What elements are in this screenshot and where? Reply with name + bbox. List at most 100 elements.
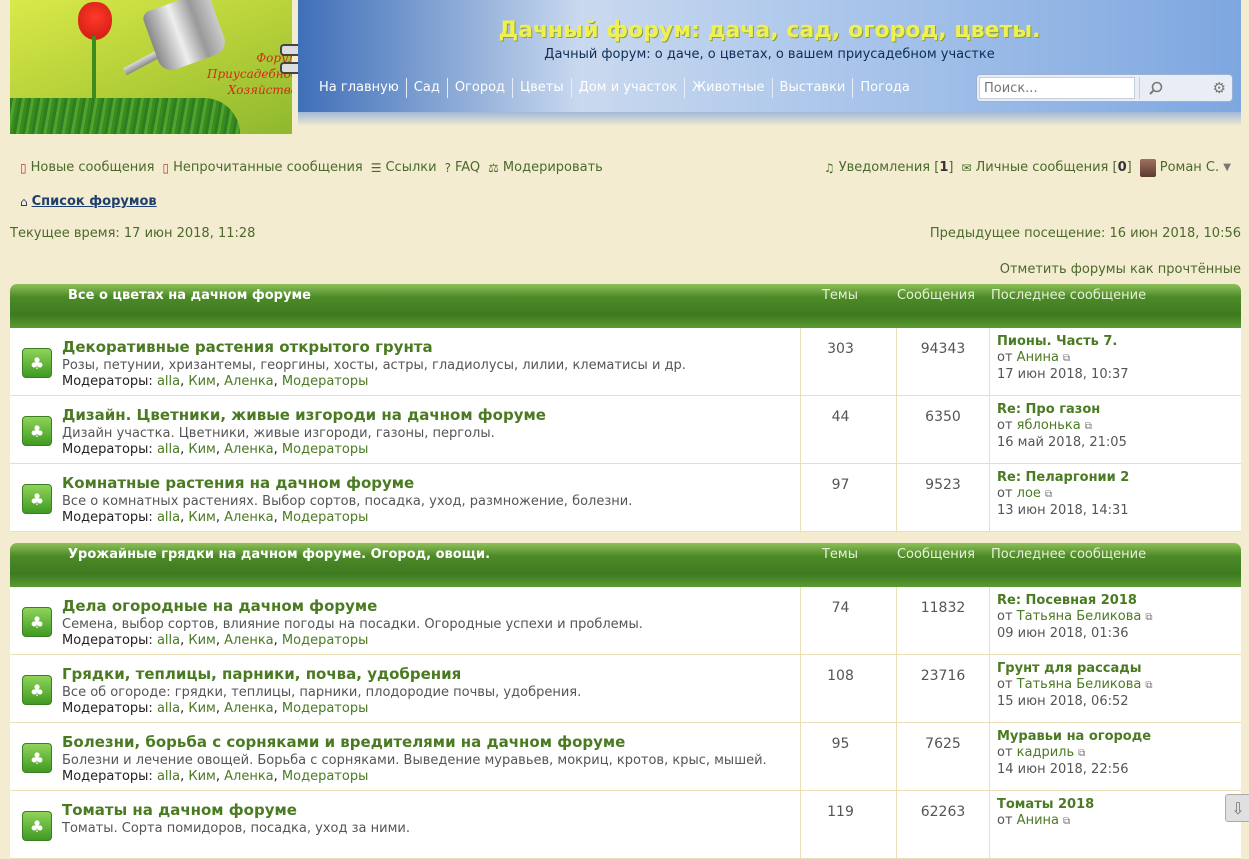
bell-icon: ♫	[823, 161, 835, 175]
moderator-link[interactable]: alla	[157, 442, 180, 457]
forum-moderators: Модераторы: alla, Ким, Аленка, Модератор…	[62, 442, 369, 457]
moderator-link[interactable]: alla	[157, 701, 180, 716]
mark-forums-read-link[interactable]: Отметить форумы как прочтённые	[1000, 262, 1241, 277]
moderator-link[interactable]: Модераторы	[282, 701, 368, 716]
last-post-author-link[interactable]: Татьяна Беликова	[1017, 677, 1142, 692]
breadcrumb-forum-index[interactable]: Список форумов	[32, 194, 157, 209]
forum-title-link[interactable]: Грядки, теплицы, парники, почва, удобрен…	[62, 665, 461, 683]
last-post-date: 15 июн 2018, 06:52	[997, 694, 1129, 709]
search-input[interactable]	[979, 77, 1135, 99]
nav-weather[interactable]: Погода	[853, 78, 916, 98]
last-post-author-link[interactable]: яблонька	[1017, 418, 1081, 433]
moderator-link[interactable]: Аленка	[224, 510, 274, 525]
moderator-link[interactable]: alla	[157, 374, 180, 389]
moderate-link[interactable]: ⚖ Модерировать	[488, 158, 603, 178]
moderator-link[interactable]: Аленка	[224, 442, 274, 457]
forum-description: Все об огороде: грядки, теплицы, парники…	[62, 685, 582, 700]
goto-post-icon[interactable]: ⧉	[1045, 487, 1052, 503]
last-post-author-link[interactable]: Анина	[1017, 813, 1059, 828]
goto-post-icon[interactable]: ⧉	[1063, 814, 1070, 830]
advanced-search-button[interactable]: ⚙	[1176, 77, 1232, 99]
nav-garden[interactable]: Сад	[407, 78, 448, 98]
category-header: Урожайные грядки на дачном форуме. Огоро…	[10, 543, 1241, 587]
forum-row: ♣ Болезни, борьба с сорняками и вредител…	[10, 723, 1241, 791]
forum-title-link[interactable]: Болезни, борьба с сорняками и вредителям…	[62, 733, 625, 751]
nav-home[interactable]: На главную	[312, 78, 407, 98]
moderator-link[interactable]: Аленка	[224, 633, 274, 648]
posts-count: 7625	[896, 723, 990, 790]
posts-count: 62263	[896, 791, 990, 858]
moderator-link[interactable]: Ким	[188, 442, 216, 457]
forum-tree-icon: ♣	[22, 811, 52, 841]
moderator-link[interactable]: Модераторы	[282, 769, 368, 784]
nav-house-plot[interactable]: Дом и участок	[572, 78, 686, 98]
new-posts-link[interactable]: ▯ Новые сообщения	[20, 158, 154, 178]
last-post: Муравьи на огороде от кадриль ⧉ 14 июн 20…	[997, 729, 1152, 777]
column-last-post: Последнее сообщение	[991, 547, 1147, 562]
moderator-link[interactable]: alla	[157, 769, 180, 784]
last-post-title-link[interactable]: Re: Про газон	[997, 402, 1100, 417]
last-post-author-link[interactable]: Татьяна Беликова	[1017, 609, 1142, 624]
private-messages-link[interactable]: ✉ Личные сообщения [0]	[961, 158, 1131, 178]
forum-title-link[interactable]: Дела огородные на дачном форуме	[62, 597, 377, 615]
forum-title-link[interactable]: Дизайн. Цветники, живые изгороди на дачн…	[62, 406, 546, 424]
last-post-title-link[interactable]: Муравьи на огороде	[997, 729, 1151, 744]
faq-link[interactable]: ? FAQ	[445, 158, 481, 178]
notifications-link[interactable]: ♫ Уведомления [1]	[824, 158, 954, 178]
nav-animals[interactable]: Животные	[685, 78, 773, 98]
topics-count: 303	[800, 328, 880, 395]
category-title-link[interactable]: Урожайные грядки на дачном форуме. Огоро…	[68, 547, 490, 562]
nav-exhibitions[interactable]: Выставки	[773, 78, 854, 98]
last-post-title-link[interactable]: Пионы. Часть 7.	[997, 334, 1117, 349]
forum-description: Болезни и лечение овощей. Борьба с сорня…	[62, 753, 767, 768]
moderator-link[interactable]: alla	[157, 633, 180, 648]
topics-count: 95	[800, 723, 880, 790]
topics-count: 119	[800, 791, 880, 858]
user-menu[interactable]: Роман С. ▼	[1139, 158, 1231, 178]
moderator-link[interactable]: Аленка	[224, 769, 274, 784]
last-post-date: 14 июн 2018, 22:56	[997, 762, 1129, 777]
tulip-icon	[78, 2, 112, 40]
links-menu[interactable]: ☰ Ссылки	[371, 158, 437, 178]
site-title: Дачный форум: дача, сад, огород, цветы.	[498, 18, 1041, 43]
last-post-author-link[interactable]: кадриль	[1017, 745, 1074, 760]
last-post-author-link[interactable]: Анина	[1017, 350, 1059, 365]
moderator-link[interactable]: Модераторы	[282, 374, 368, 389]
goto-post-icon[interactable]: ⧉	[1078, 746, 1085, 762]
last-post-title-link[interactable]: Томаты 2018	[997, 797, 1094, 812]
moderator-link[interactable]: Аленка	[224, 374, 274, 389]
moderator-link[interactable]: Модераторы	[282, 510, 368, 525]
unread-posts-link[interactable]: ▯ Непрочитанные сообщения	[162, 158, 362, 178]
category-title-link[interactable]: Все о цветах на дачном форуме	[68, 288, 311, 303]
last-post-date: 16 май 2018, 21:05	[997, 435, 1127, 450]
forum-tree-icon: ♣	[22, 348, 52, 378]
last-post-title-link[interactable]: Re: Посевная 2018	[997, 593, 1137, 608]
goto-post-icon[interactable]: ⧉	[1085, 419, 1092, 435]
last-post-title-link[interactable]: Грунт для рассады	[997, 661, 1142, 676]
moderator-link[interactable]: Аленка	[224, 701, 274, 716]
moderator-link[interactable]: Модераторы	[282, 633, 368, 648]
search-button[interactable]	[1139, 77, 1172, 99]
moderator-link[interactable]: Модераторы	[282, 442, 368, 457]
moderator-link[interactable]: alla	[157, 510, 180, 525]
goto-post-icon[interactable]: ⧉	[1145, 678, 1152, 694]
posts-count: 23716	[896, 655, 990, 722]
moderator-link[interactable]: Ким	[188, 633, 216, 648]
forum-row: ♣ Дизайн. Цветники, живые изгороди на да…	[10, 396, 1241, 464]
last-post-author-link[interactable]: лое	[1017, 486, 1041, 501]
nav-vegetable-garden[interactable]: Огород	[448, 78, 514, 98]
goto-post-icon[interactable]: ⧉	[1145, 610, 1152, 626]
gavel-icon: ⚖	[488, 161, 499, 175]
moderator-link[interactable]: Ким	[188, 701, 216, 716]
last-post-title-link[interactable]: Re: Пеларгонии 2	[997, 470, 1129, 485]
moderator-link[interactable]: Ким	[188, 374, 216, 389]
forum-title-link[interactable]: Томаты на дачном форуме	[62, 801, 297, 819]
moderator-link[interactable]: Ким	[188, 510, 216, 525]
goto-post-icon[interactable]: ⧉	[1063, 351, 1070, 367]
nav-flowers[interactable]: Цветы	[513, 78, 572, 98]
scroll-down-button[interactable]: ⇩	[1225, 794, 1249, 822]
moderator-link[interactable]: Ким	[188, 769, 216, 784]
site-logo[interactable]: Форум Приусадебное Хозяйство	[10, 0, 292, 134]
forum-title-link[interactable]: Комнатные растения на дачном форуме	[62, 474, 414, 492]
forum-title-link[interactable]: Декоративные растения открытого грунта	[62, 338, 433, 356]
